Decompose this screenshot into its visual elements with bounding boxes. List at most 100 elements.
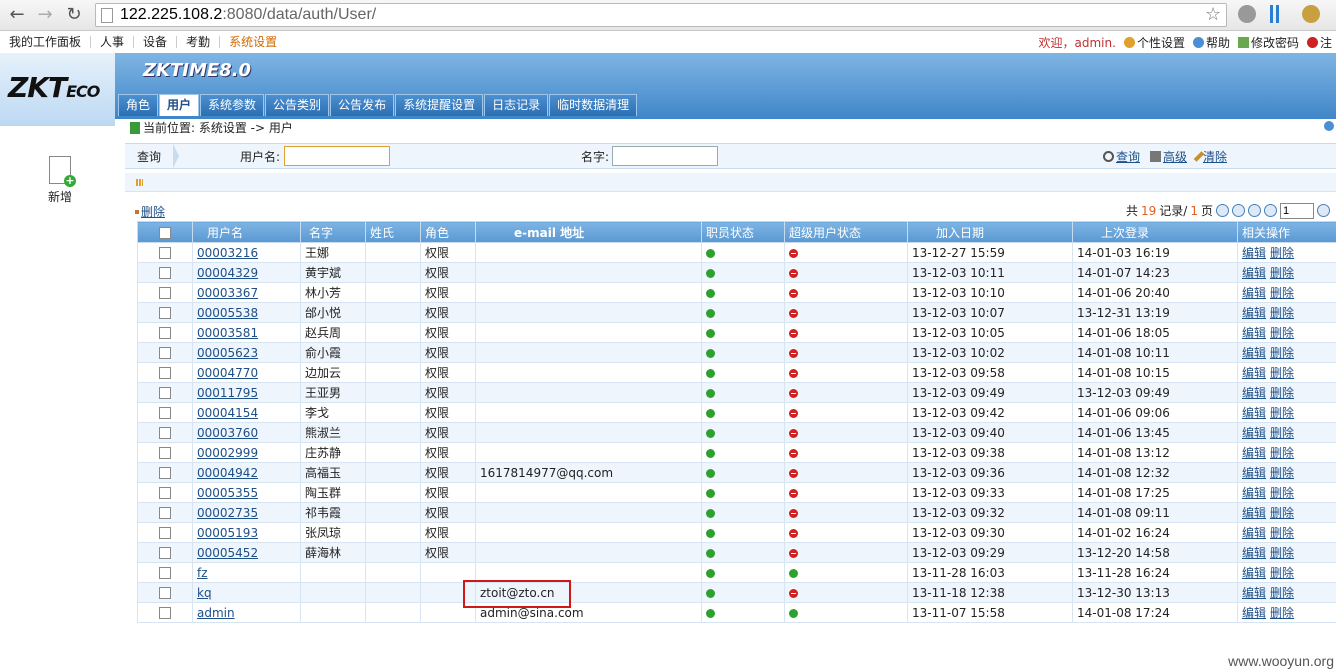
delete-link[interactable]: 删除 (1270, 246, 1294, 260)
col-surname[interactable]: 姓氏 (365, 221, 421, 243)
menu-personnel[interactable]: 人事 (91, 36, 135, 48)
row-checkbox[interactable] (159, 467, 171, 479)
username-link[interactable]: 00005193 (197, 526, 258, 540)
edit-link[interactable]: 编辑 (1242, 266, 1266, 280)
username-link[interactable]: 00004329 (197, 266, 258, 280)
col-email[interactable]: e-mail 地址 (475, 221, 702, 243)
delete-link[interactable]: 删除 (1270, 546, 1294, 560)
clear-button[interactable]: 清除 (1193, 148, 1227, 165)
row-checkbox[interactable] (159, 367, 171, 379)
next-page-icon[interactable] (1248, 204, 1261, 217)
edit-link[interactable]: 编辑 (1242, 466, 1266, 480)
edit-link[interactable]: 编辑 (1242, 426, 1266, 440)
globe-icon[interactable] (1238, 5, 1256, 23)
row-checkbox[interactable] (159, 347, 171, 359)
row-checkbox[interactable] (159, 387, 171, 399)
row-checkbox[interactable] (159, 447, 171, 459)
row-checkbox[interactable] (159, 587, 171, 599)
menu-system-settings[interactable]: 系统设置 (220, 36, 286, 48)
row-checkbox[interactable] (159, 327, 171, 339)
edit-link[interactable]: 编辑 (1242, 346, 1266, 360)
col-username[interactable]: 用户名 (192, 221, 301, 243)
username-link[interactable]: kq (197, 586, 212, 600)
tab-role[interactable]: 角色 (118, 94, 159, 116)
tab-notice-publish[interactable]: 公告发布 (330, 94, 395, 116)
username-link[interactable]: 00002999 (197, 446, 258, 460)
username-link[interactable]: 00002735 (197, 506, 258, 520)
forward-icon[interactable]: → (34, 4, 56, 26)
delete-link[interactable]: 删除 (1270, 486, 1294, 500)
username-link[interactable]: 00003216 (197, 246, 258, 260)
username-link[interactable]: 00004942 (197, 466, 258, 480)
tab-reminder-settings[interactable]: 系统提醒设置 (395, 94, 484, 116)
prev-page-icon[interactable] (1232, 204, 1245, 217)
edit-link[interactable]: 编辑 (1242, 586, 1266, 600)
row-checkbox[interactable] (159, 567, 171, 579)
menu-device[interactable]: 设备 (134, 36, 178, 48)
delete-link[interactable]: 删除 (1270, 326, 1294, 340)
back-icon[interactable]: ← (6, 4, 28, 26)
edit-link[interactable]: 编辑 (1242, 386, 1266, 400)
delete-link[interactable]: 删除 (1270, 606, 1294, 620)
tab-log[interactable]: 日志记录 (484, 94, 549, 116)
username-input[interactable] (284, 146, 390, 166)
delete-link[interactable]: 删除 (1270, 266, 1294, 280)
row-checkbox[interactable] (159, 607, 171, 619)
row-checkbox[interactable] (159, 487, 171, 499)
delete-link[interactable]: 删除 (1270, 586, 1294, 600)
delete-link[interactable]: 删除 (1270, 426, 1294, 440)
advanced-button[interactable]: 高级 (1149, 148, 1187, 165)
extension-bars-icon[interactable] (1270, 5, 1280, 23)
edit-link[interactable]: 编辑 (1242, 366, 1266, 380)
edit-link[interactable]: 编辑 (1242, 286, 1266, 300)
tab-notice-category[interactable]: 公告类别 (265, 94, 330, 116)
personal-settings-link[interactable]: 个性设置 (1123, 34, 1185, 51)
col-superuser-status[interactable]: 超级用户状态 (784, 221, 908, 243)
delete-link[interactable]: 删除 (1270, 406, 1294, 420)
tab-temp-cleanup[interactable]: 临时数据清理 (549, 94, 638, 116)
help-link[interactable]: 帮助 (1192, 34, 1230, 51)
add-button[interactable]: + 新增 (40, 156, 80, 205)
grid-icon[interactable] (136, 179, 143, 186)
go-page-icon[interactable] (1317, 204, 1330, 217)
reload-icon[interactable]: ↻ (63, 4, 85, 26)
extension-avatar-icon[interactable] (1302, 5, 1320, 23)
row-checkbox[interactable] (159, 267, 171, 279)
edit-link[interactable]: 编辑 (1242, 326, 1266, 340)
first-page-icon[interactable] (1216, 204, 1229, 217)
delete-link[interactable]: 删除 (1270, 446, 1294, 460)
delete-link[interactable]: 删除 (1270, 386, 1294, 400)
logout-link[interactable]: 注 (1306, 34, 1332, 51)
delete-link[interactable]: 删除 (1270, 306, 1294, 320)
username-link[interactable]: 00003760 (197, 426, 258, 440)
col-last-login[interactable]: 上次登录 (1072, 221, 1238, 243)
edit-link[interactable]: 编辑 (1242, 546, 1266, 560)
username-link[interactable]: 00003581 (197, 326, 258, 340)
edit-link[interactable]: 编辑 (1242, 566, 1266, 580)
username-link[interactable]: 00005355 (197, 486, 258, 500)
select-all-checkbox[interactable] (159, 226, 171, 239)
col-role[interactable]: 角色 (420, 221, 476, 243)
delete-link[interactable]: 删除 (1270, 526, 1294, 540)
row-checkbox[interactable] (159, 547, 171, 559)
edit-link[interactable]: 编辑 (1242, 606, 1266, 620)
delete-link[interactable]: 删除 (1270, 286, 1294, 300)
username-link[interactable]: 00005623 (197, 346, 258, 360)
delete-link[interactable]: 删除 (1270, 466, 1294, 480)
menu-workbench[interactable]: 我的工作面板 (0, 36, 92, 48)
username-link[interactable]: 00004770 (197, 366, 258, 380)
edit-link[interactable]: 编辑 (1242, 486, 1266, 500)
edit-link[interactable]: 编辑 (1242, 246, 1266, 260)
tab-user[interactable]: 用户 (159, 94, 200, 116)
search-button[interactable]: 查询 (1102, 148, 1140, 165)
username-link[interactable]: 00003367 (197, 286, 258, 300)
username-link[interactable]: 00005538 (197, 306, 258, 320)
row-checkbox[interactable] (159, 427, 171, 439)
page-number-input[interactable] (1280, 202, 1314, 219)
row-checkbox[interactable] (159, 307, 171, 319)
edit-link[interactable]: 编辑 (1242, 306, 1266, 320)
row-checkbox[interactable] (159, 407, 171, 419)
row-checkbox[interactable] (159, 527, 171, 539)
username-link[interactable]: 00004154 (197, 406, 258, 420)
col-joined[interactable]: 加入日期 (907, 221, 1073, 243)
